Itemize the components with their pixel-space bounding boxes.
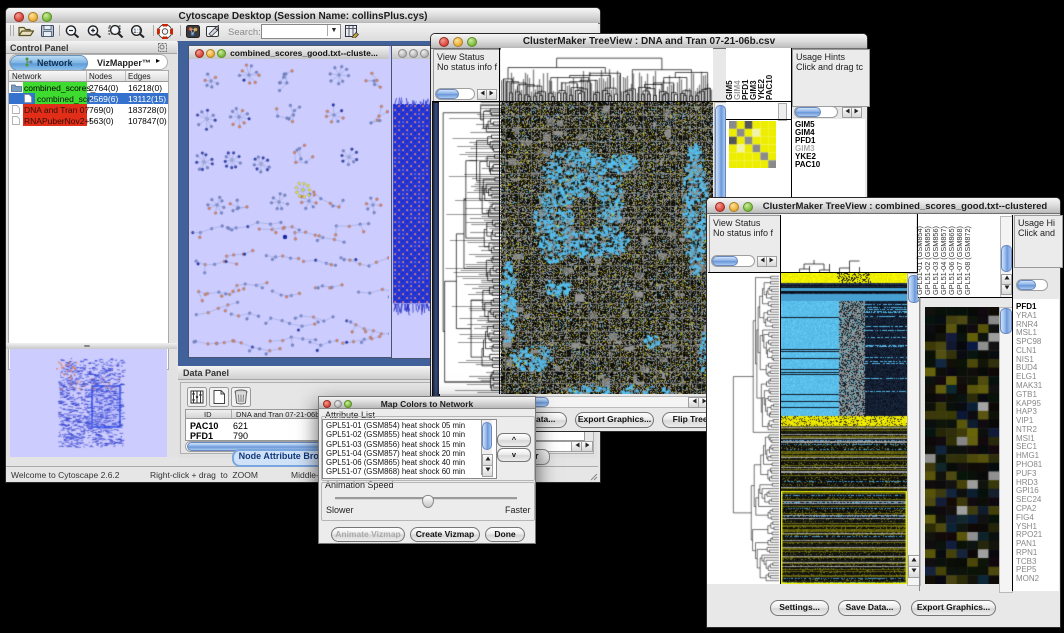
svg-text:1:1: 1:1 bbox=[133, 29, 142, 35]
